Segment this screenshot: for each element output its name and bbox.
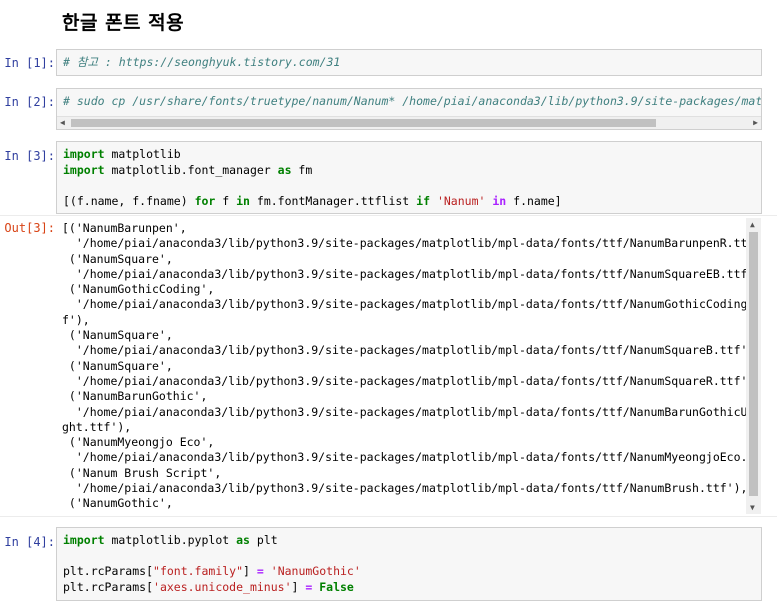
scrollbar-thumb[interactable] [71,119,656,127]
output-line: '/home/piai/anaconda3/lib/python3.9/site… [75,404,746,419]
code-cell-2[interactable]: # sudo cp /usr/share/fonts/truetype/nanu… [56,88,762,130]
code-token: import [63,162,105,177]
output-line: ('NanumGothicCoding', [68,282,215,297]
output-line: ('NanumBarunGothic', [68,389,208,404]
code-cell-1[interactable]: # 참고 : https://seonghyuk.tistory.com/31 [56,49,762,76]
code-token: # 참고 : https://seonghyuk.tistory.com/31 [63,55,341,69]
code-cell-3-source[interactable]: import matplotlib import matplotlib.font… [57,142,761,213]
output-3-prompt: Out[3]: [4,221,55,235]
code-token: plt.rcParams[ [63,564,154,578]
code-token: if [416,193,431,208]
code-token: ] [291,579,306,594]
output-line: ('Nanum Brush Script', [68,465,222,480]
code-token: plt.rcParams[ [63,579,154,594]
horizontal-scrollbar[interactable]: ◀ ▶ [57,116,761,129]
triangle-left-icon[interactable]: ◀ [60,117,65,129]
output-line: ('NanumGothic', [68,496,173,511]
code-token: import [63,147,105,161]
output-area: [('NanumBarunpen', '/home/piai/anaconda3… [56,218,746,514]
cell-1-prompt: In [1]: [4,56,55,70]
code-token: import [63,533,105,547]
output-line: '/home/piai/anaconda3/lib/python3.9/site… [75,450,746,465]
cell-4-prompt: In [4]: [4,535,55,549]
cell-2-prompt: In [2]: [4,95,55,109]
code-token: matplotlib [104,147,181,161]
output-separator [0,215,777,216]
code-token: # sudo cp /usr/share/fonts/truetype/nanu… [63,94,762,108]
code-token: plt [249,533,278,547]
vertical-scrollbar[interactable]: ▲ ▼ [746,218,761,514]
code-token: False [319,579,354,594]
code-token: f [215,193,237,208]
output-line: '/home/piai/anaconda3/lib/python3.9/site… [75,373,746,388]
code-cell-1-source[interactable]: # 참고 : https://seonghyuk.tistory.com/31 [57,50,761,75]
output-line: [('NanumBarunpen', [62,221,187,235]
code-token: matplotlib.font_manager [104,162,278,177]
code-token: ] [243,564,257,578]
output-line: ('NanumSquare', [68,328,173,343]
output-line: ('NanumSquare', [68,358,173,373]
output-text: [('NanumBarunpen', '/home/piai/anaconda3… [56,218,746,514]
code-token: 'NanumGothic' [270,564,361,578]
output-line: ('NanumMyeongjo Eco', [68,435,215,450]
code-token: in [236,193,250,208]
output-line: ('NanumSquare', [68,251,173,266]
code-token: = [256,564,264,578]
triangle-up-icon[interactable]: ▲ [750,220,755,229]
code-token: matplotlib.pyplot [104,533,237,547]
output-separator [0,516,777,517]
notebook-heading: 한글 폰트 적용 [62,12,185,34]
code-token: [(f.name, f.fname) [63,193,195,208]
scrollbar-thumb[interactable] [749,232,758,496]
code-token: "font.family" [153,564,244,578]
output-line: ght.ttf'), [62,419,132,434]
output-line: '/home/piai/anaconda3/lib/python3.9/site… [75,236,746,251]
code-token: as [277,162,292,177]
code-token: for [194,193,216,208]
code-cell-3[interactable]: import matplotlib import matplotlib.font… [56,141,762,214]
output-line: f'), [62,312,90,327]
code-cell-2-source[interactable]: # sudo cp /usr/share/fonts/truetype/nanu… [57,89,761,115]
code-token: 'axes.unicode_minus' [153,579,292,594]
output-line: '/home/piai/anaconda3/lib/python3.9/site… [75,481,746,496]
output-line: '/home/piai/anaconda3/lib/python3.9/site… [75,266,746,281]
code-token: f.name] [506,193,562,208]
code-cell-4-source[interactable]: import matplotlib.pyplot as plt plt.rcPa… [57,528,761,600]
code-token: 'Nanum' [436,193,486,208]
code-cell-4[interactable]: import matplotlib.pyplot as plt plt.rcPa… [56,527,762,601]
code-token: fm.fontManager.ttflist [249,193,417,208]
code-token: in [492,193,507,208]
triangle-right-icon[interactable]: ▶ [753,117,758,129]
triangle-down-icon[interactable]: ▼ [750,503,755,512]
output-line: '/home/piai/anaconda3/lib/python3.9/site… [62,512,746,514]
cell-3-prompt: In [3]: [4,149,55,163]
output-line: '/home/piai/anaconda3/lib/python3.9/site… [75,343,746,358]
code-token: fm [291,162,313,177]
output-line: '/home/piai/anaconda3/lib/python3.9/site… [75,297,746,312]
code-token: as [236,533,250,547]
